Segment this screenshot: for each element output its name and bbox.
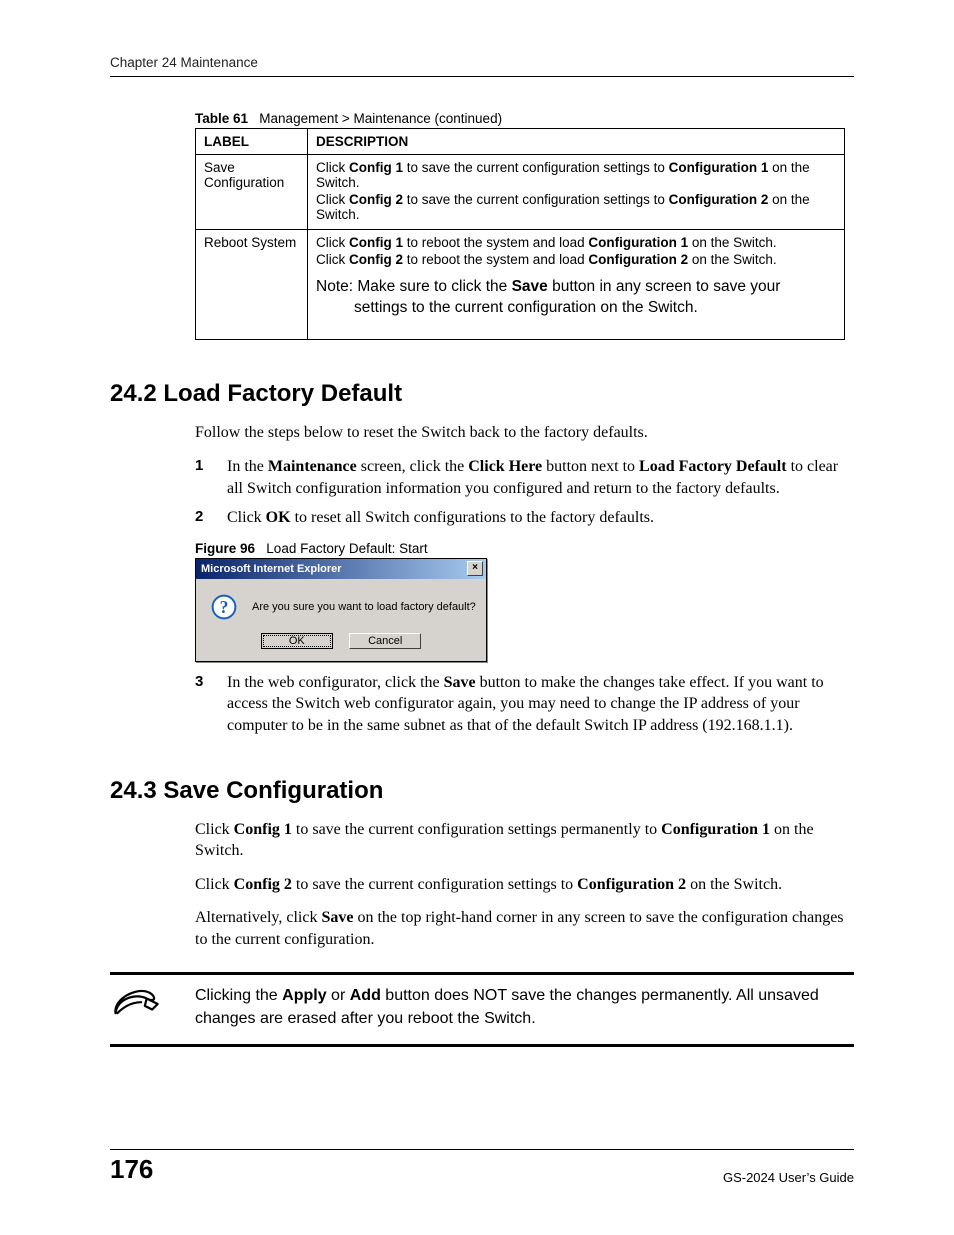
list-item: Click OK to reset all Switch configurati… — [195, 507, 854, 529]
paragraph: Alternatively, click Save on the top rig… — [195, 907, 854, 950]
table-caption-text: Management > Maintenance (continued) — [259, 111, 502, 126]
maintenance-table: LABEL DESCRIPTION Save Configuration Cli… — [195, 128, 845, 340]
col-description: DESCRIPTION — [308, 129, 845, 155]
note-callout: Clicking the Apply or Add button does NO… — [110, 972, 854, 1047]
table-header-row: LABEL DESCRIPTION — [196, 129, 845, 155]
svg-text:?: ? — [220, 597, 229, 617]
section-heading-24-2: 24.2 Load Factory Default — [110, 380, 854, 408]
cell-desc: Click Config 1 to save the current confi… — [308, 155, 845, 230]
dialog-title: Microsoft Internet Explorer — [201, 563, 467, 575]
table-caption: Table 61 Management > Maintenance (conti… — [195, 111, 854, 126]
section-intro: Follow the steps below to reset the Swit… — [195, 422, 854, 444]
note-text: Clicking the Apply or Add button does NO… — [195, 985, 854, 1030]
steps-list-cont: In the web configurator, click the Save … — [195, 672, 854, 737]
note-hand-icon — [110, 985, 165, 1028]
page-number: 176 — [110, 1154, 153, 1185]
question-icon: ? — [210, 593, 238, 621]
dialog-buttons: OK Cancel — [196, 627, 486, 661]
figure-caption: Figure 96 Load Factory Default: Start — [195, 541, 854, 556]
page-footer: 176 GS-2024 User’s Guide — [110, 1149, 854, 1185]
dialog-message: Are you sure you want to load factory de… — [252, 601, 476, 613]
close-icon[interactable]: × — [467, 561, 483, 576]
table-number: Table 61 — [195, 111, 248, 126]
steps-list: In the Maintenance screen, click the Cli… — [195, 456, 854, 529]
guide-name: GS-2024 User’s Guide — [723, 1170, 854, 1185]
figure-number: Figure 96 — [195, 541, 255, 556]
running-header: Chapter 24 Maintenance — [110, 55, 854, 77]
paragraph: Click Config 1 to save the current confi… — [195, 819, 854, 862]
list-item: In the web configurator, click the Save … — [195, 672, 854, 737]
list-item: In the Maintenance screen, click the Cli… — [195, 456, 854, 499]
paragraph: Click Config 2 to save the current confi… — [195, 874, 854, 896]
cell-desc: Click Config 1 to reboot the system and … — [308, 230, 845, 340]
cell-label: Save Configuration — [196, 155, 308, 230]
col-label: LABEL — [196, 129, 308, 155]
cell-label: Reboot System — [196, 230, 308, 340]
table-row: Reboot System Click Config 1 to reboot t… — [196, 230, 845, 340]
confirm-dialog: Microsoft Internet Explorer × ? Are you … — [195, 558, 487, 662]
dialog-body: ? Are you sure you want to load factory … — [196, 579, 486, 627]
ok-button[interactable]: OK — [261, 633, 333, 649]
table-row: Save Configuration Click Config 1 to sav… — [196, 155, 845, 230]
cancel-button[interactable]: Cancel — [349, 633, 421, 649]
figure-caption-text: Load Factory Default: Start — [266, 541, 427, 556]
section-heading-24-3: 24.3 Save Configuration — [110, 777, 854, 805]
dialog-titlebar: Microsoft Internet Explorer × — [196, 559, 486, 579]
